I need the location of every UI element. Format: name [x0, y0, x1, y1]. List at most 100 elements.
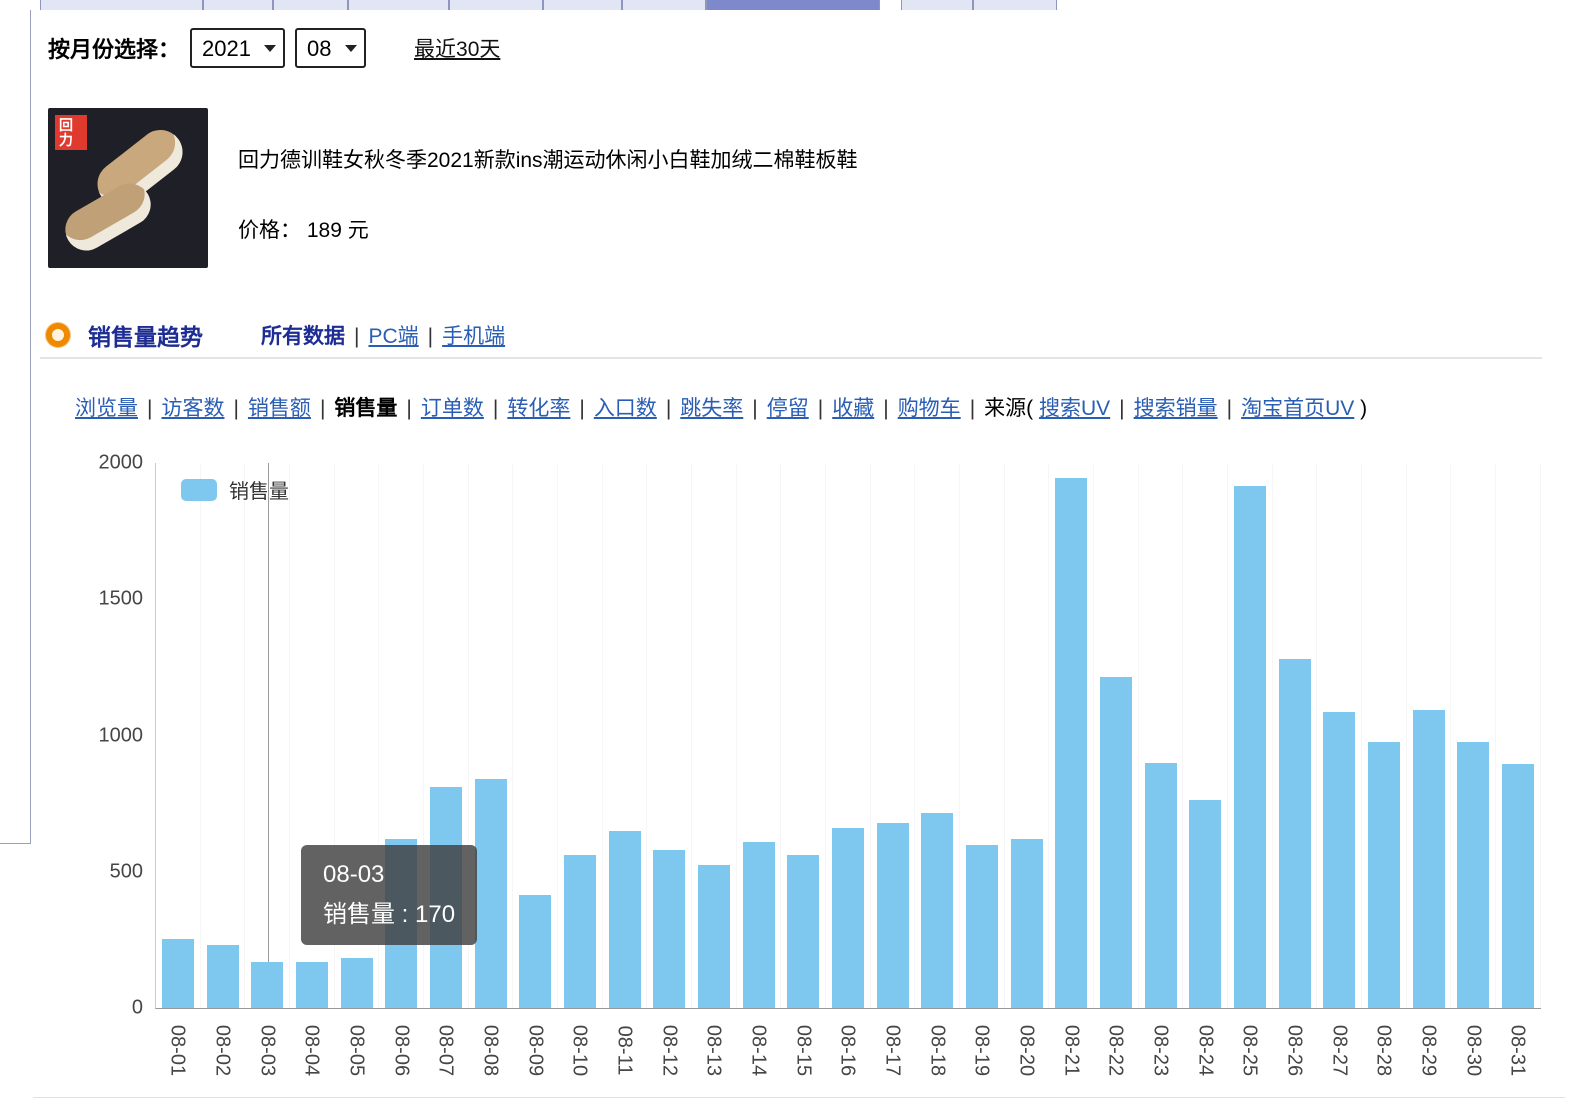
chart-bar[interactable] [1279, 659, 1311, 1008]
top-tab[interactable] [203, 0, 273, 10]
section-bullet-icon [46, 323, 70, 347]
x-axis-slot: 08-10 [557, 1009, 602, 1104]
metric-link[interactable]: 停留 [767, 397, 809, 420]
chart-bar[interactable] [1055, 478, 1087, 1008]
top-tab[interactable] [40, 0, 203, 10]
x-axis-label: 08-11 [613, 1026, 636, 1076]
chart-bar[interactable] [1323, 712, 1355, 1008]
top-tab[interactable] [973, 0, 1057, 10]
scope-current[interactable]: 所有数据 [261, 325, 345, 348]
chart-bar[interactable] [1100, 677, 1132, 1008]
metric-link[interactable]: 订单数 [421, 397, 484, 420]
metric-link[interactable]: 跳失率 [680, 397, 743, 420]
x-axis-label: 08-02 [211, 1025, 234, 1076]
metric-link[interactable]: 销售额 [248, 397, 311, 420]
x-axis-label: 08-04 [300, 1025, 323, 1076]
chart-bar[interactable] [251, 962, 283, 1008]
chart-bar[interactable] [1502, 764, 1534, 1008]
metric-link[interactable]: 访客数 [161, 397, 224, 420]
chart-bar[interactable] [877, 823, 909, 1008]
source-link[interactable]: 搜索UV [1039, 397, 1110, 420]
chart-slot [1407, 463, 1452, 1008]
source-link[interactable]: 淘宝首页UV [1241, 397, 1354, 420]
metric-link[interactable]: 收藏 [832, 397, 874, 420]
x-axis-slot: 08-30 [1450, 1009, 1495, 1104]
metric-current[interactable]: 销售量 [334, 397, 397, 420]
section-header: 销售量趋势 所有数据|PC端|手机端 [46, 318, 505, 352]
bottom-divider [33, 1097, 1565, 1098]
chart-bar[interactable] [1011, 839, 1043, 1008]
x-axis-label: 08-14 [747, 1025, 770, 1076]
year-select[interactable]: 2021 [190, 28, 285, 68]
metric-link[interactable]: 浏览量 [75, 397, 138, 420]
separator: | [1119, 397, 1124, 420]
x-axis-label: 08-31 [1506, 1025, 1529, 1076]
top-tab[interactable] [449, 0, 543, 10]
x-axis-label: 08-19 [970, 1025, 993, 1076]
chart-bar[interactable] [698, 865, 730, 1008]
x-axis-slot: 08-22 [1093, 1009, 1138, 1104]
x-axis-slot: 08-19 [959, 1009, 1004, 1104]
separator: | [428, 325, 433, 348]
separator: | [818, 397, 823, 420]
source-link[interactable]: 搜索销量 [1134, 397, 1218, 420]
y-axis-tick-label: 1000 [99, 724, 144, 747]
top-tab[interactable] [622, 0, 706, 10]
chart-bar[interactable] [1234, 486, 1266, 1008]
chart-bar[interactable] [653, 850, 685, 1008]
chart-slot [1005, 463, 1050, 1008]
chart-bar[interactable] [564, 855, 596, 1008]
chart-legend[interactable]: 销售量 [181, 475, 289, 504]
top-tab[interactable] [273, 0, 348, 10]
chart-bar[interactable] [341, 958, 373, 1008]
chart-bar[interactable] [1413, 710, 1445, 1008]
product-image[interactable]: 回力 [48, 108, 208, 268]
chart-bar[interactable] [1145, 763, 1177, 1008]
metric-link[interactable]: 购物车 [898, 397, 961, 420]
chart-bar[interactable] [787, 855, 819, 1008]
metric-link[interactable]: 入口数 [594, 397, 657, 420]
top-tab[interactable] [543, 0, 622, 10]
x-axis-label: 08-22 [1104, 1025, 1127, 1076]
chart-bar[interactable] [921, 813, 953, 1008]
x-axis-slot: 08-23 [1138, 1009, 1183, 1104]
chart-bar[interactable] [832, 828, 864, 1008]
chart-bar[interactable] [1368, 742, 1400, 1008]
separator: | [147, 397, 152, 420]
chart-bar[interactable] [475, 779, 507, 1008]
product-price: 价格： 189 元 [238, 214, 858, 244]
brand-badge: 回力 [55, 115, 87, 150]
top-tab[interactable] [901, 0, 973, 10]
chart-bar[interactable] [966, 845, 998, 1009]
top-tab-selected[interactable] [706, 0, 880, 10]
chart-bar[interactable] [519, 895, 551, 1008]
chart-slot [1317, 463, 1362, 1008]
chart-slot [1362, 463, 1407, 1008]
chart-slot [915, 463, 960, 1008]
x-axis-label: 08-25 [1238, 1025, 1261, 1076]
recent-30-days-link[interactable]: 最近30天 [414, 33, 500, 63]
chart-bar[interactable] [609, 831, 641, 1008]
tooltip-value-line: 销售量 : 170 [323, 895, 455, 935]
chart-slot [201, 463, 246, 1008]
y-axis-tick-label: 0 [132, 997, 143, 1020]
chart-bar[interactable] [743, 842, 775, 1008]
chart-bar[interactable] [1457, 742, 1489, 1008]
section-divider [40, 357, 1542, 359]
x-axis-label: 08-01 [166, 1025, 189, 1076]
chart-bar[interactable] [1189, 800, 1221, 1008]
chart-bar[interactable] [162, 939, 194, 1008]
top-tab [880, 0, 901, 10]
scope-link[interactable]: 手机端 [442, 325, 505, 348]
month-select-label: 按月份选择： [48, 32, 180, 64]
top-tab[interactable] [348, 0, 449, 10]
product-card: 回力 回力德训鞋女秋冬季2021新款ins潮运动休闲小白鞋加绒二棉鞋板鞋 价格：… [48, 108, 858, 268]
month-select[interactable]: 08 [295, 28, 366, 68]
separator: | [579, 397, 584, 420]
metric-link[interactable]: 转化率 [507, 397, 570, 420]
x-axis-slot: 08-05 [334, 1009, 379, 1104]
chart-bar[interactable] [296, 962, 328, 1008]
x-axis-slot: 08-29 [1406, 1009, 1451, 1104]
scope-link[interactable]: PC端 [368, 325, 418, 348]
chart-bar[interactable] [207, 945, 239, 1008]
